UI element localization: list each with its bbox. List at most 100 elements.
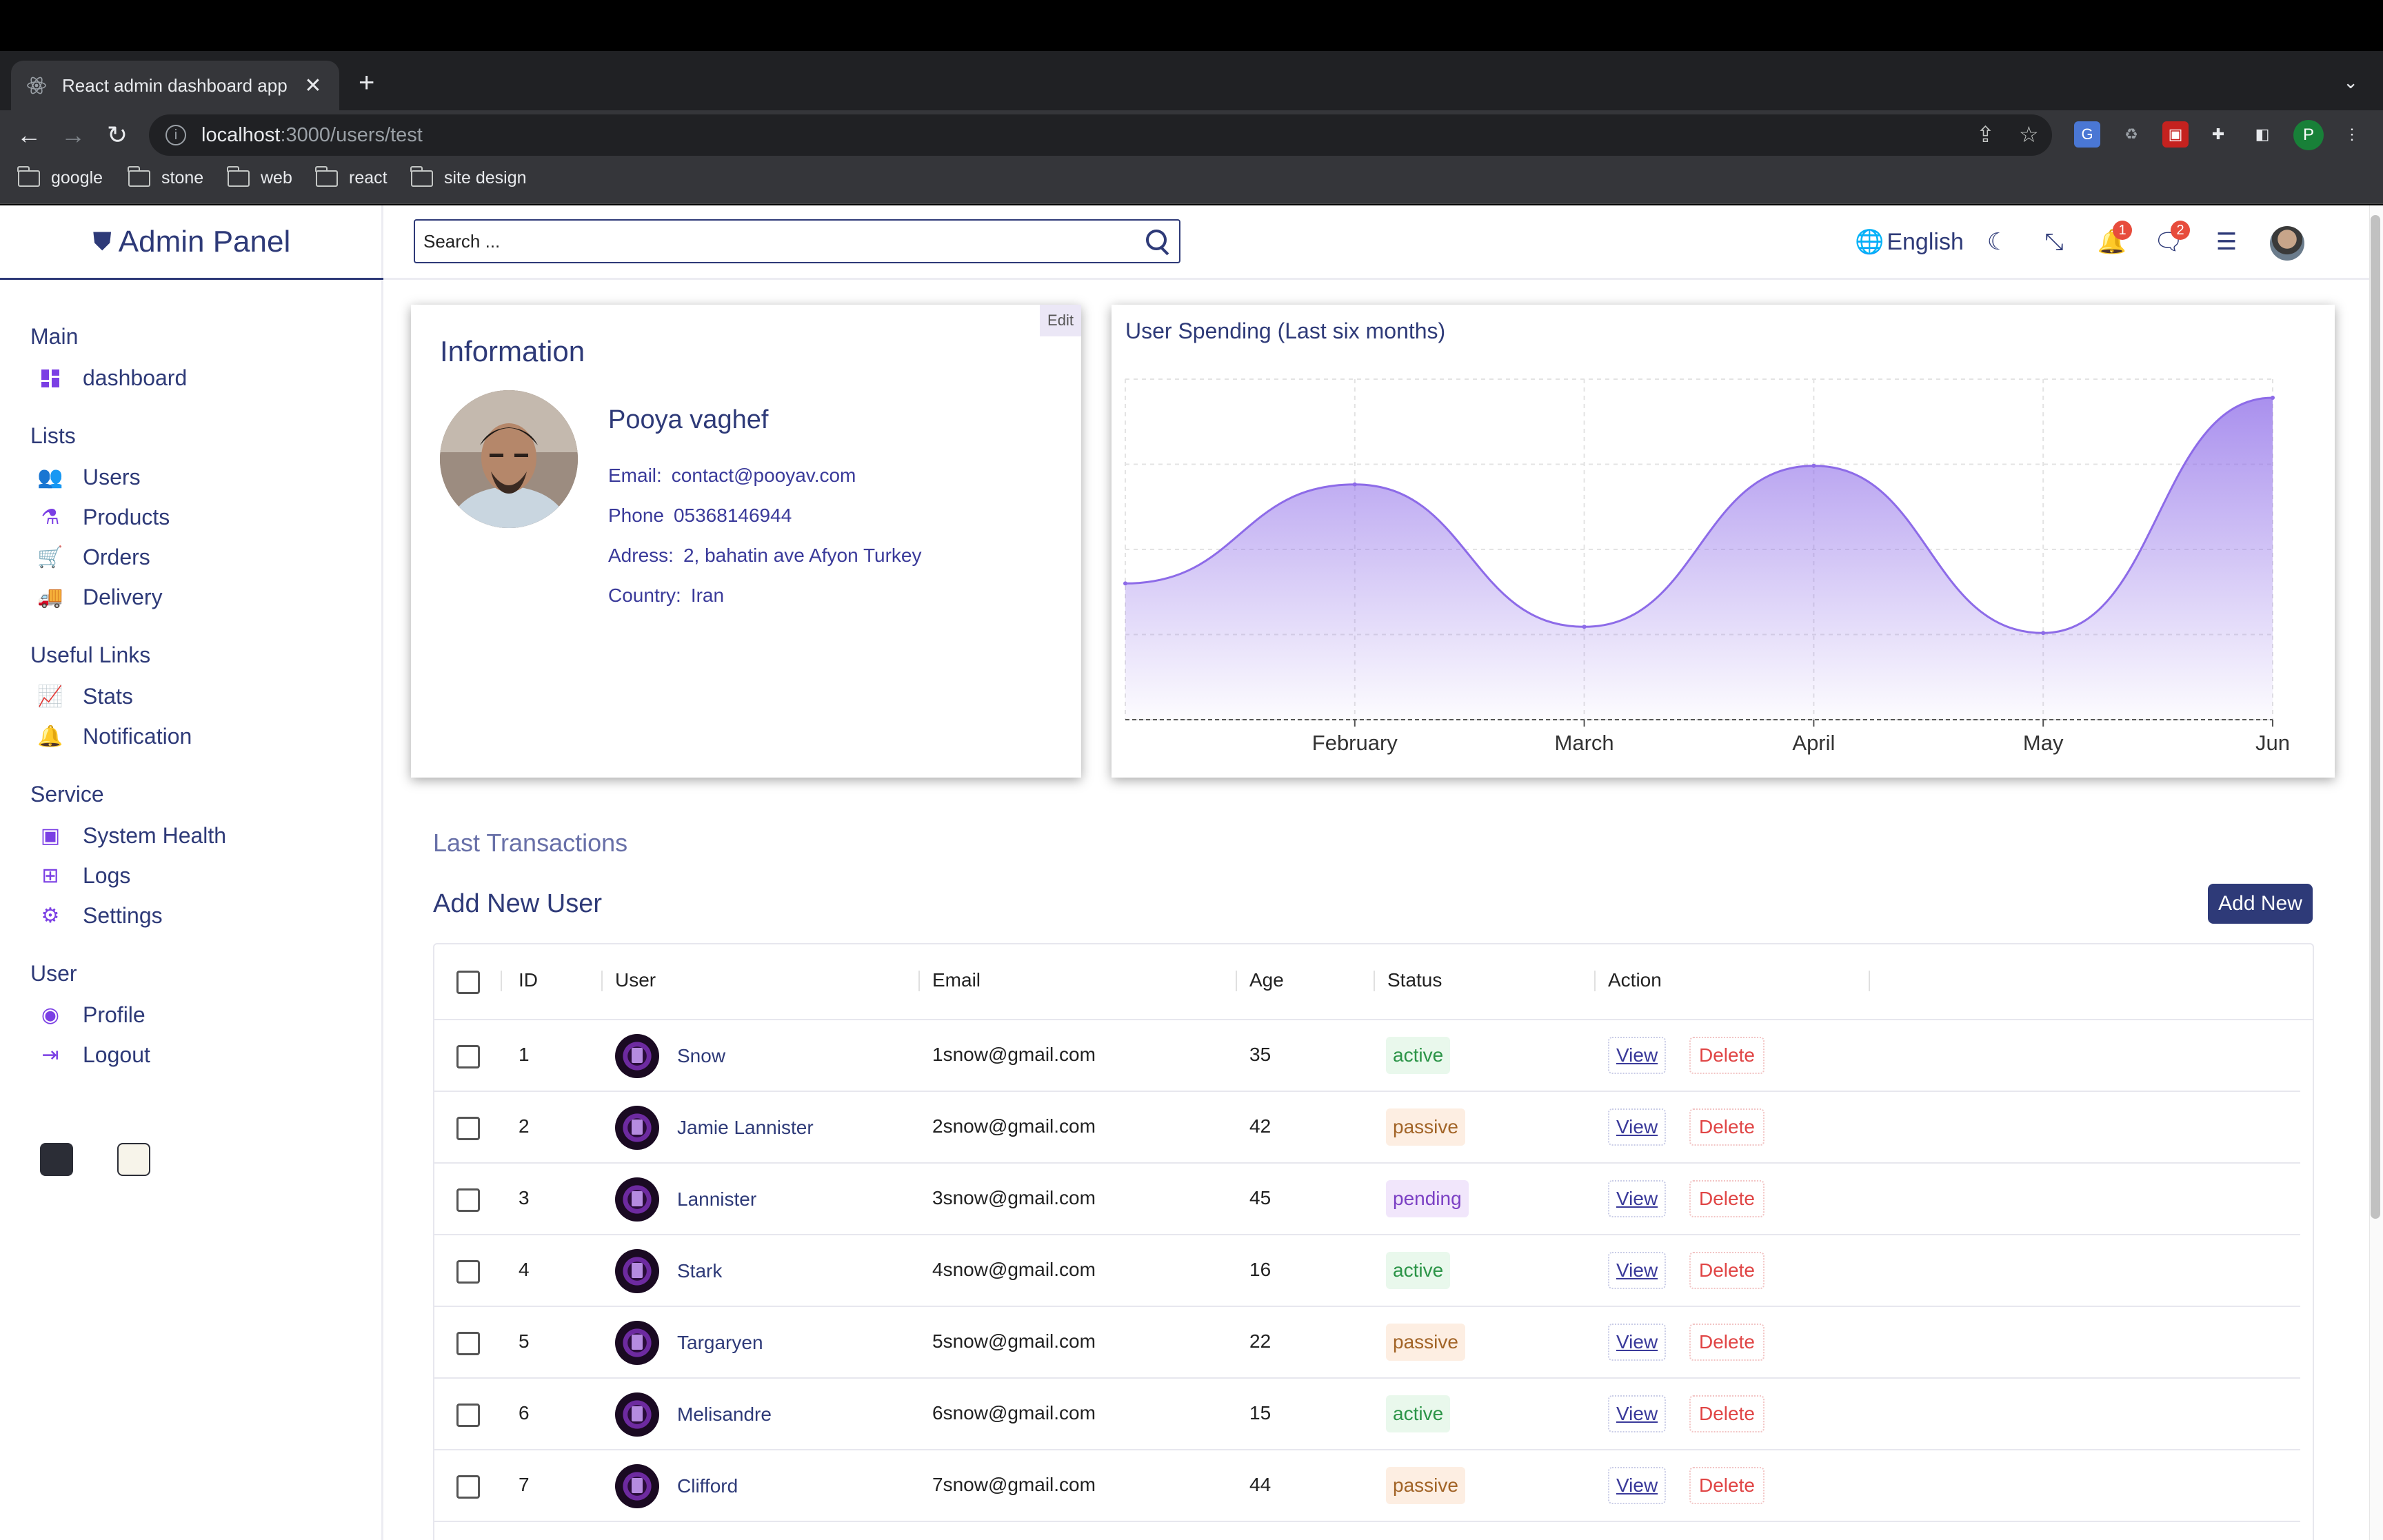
user-name: Stark [677,1260,723,1281]
bookmark-stone[interactable]: stone [128,165,203,188]
row-checkbox[interactable] [456,1188,480,1212]
browser-tab[interactable]: React admin dashboard app ✕ [11,61,339,110]
row-checkbox[interactable] [456,1117,480,1140]
view-button[interactable]: View [1608,1108,1667,1146]
user-avatar[interactable] [2270,226,2304,261]
search-icon[interactable] [1143,227,1172,256]
share-icon[interactable]: ⇪ [1976,121,1995,148]
column-header-user[interactable]: User [615,969,656,991]
row-checkbox[interactable] [456,1404,480,1427]
sidebar-item-label: Profile [83,1002,145,1027]
info-phone: Phone 05368146944 [608,505,792,527]
table-row[interactable]: 2 Jamie Lannister 2snow@gmail.com 42 passive… [434,1092,2300,1164]
delete-button[interactable]: Delete [1689,1395,1764,1432]
table-row[interactable]: 1 Snow 1snow@gmail.com 35 active View Delete [434,1020,2300,1092]
table-row[interactable]: 3 Lannister 3snow@gmail.com 45 pending View De… [434,1164,2300,1235]
cell-id: 7 [519,1474,530,1495]
scrollbar-thumb[interactable] [2371,215,2380,1219]
delete-button[interactable]: Delete [1689,1180,1764,1217]
column-separator [1869,971,1870,991]
sidebar-item-logout[interactable]: ⇥ Logout [37,1042,150,1068]
row-checkbox[interactable] [456,1332,480,1355]
data-point-may[interactable] [2041,631,2046,636]
table-row[interactable]: 7 Clifford 7snow@gmail.com 44 passive View Del… [434,1450,2300,1522]
browser-profile-avatar[interactable]: P [2293,120,2324,150]
sidebar-item-profile[interactable]: ◉ Profile [37,1002,145,1028]
browser-tab-strip [0,51,2383,110]
row-checkbox[interactable] [456,1045,480,1068]
view-button[interactable]: View [1608,1252,1667,1289]
list-menu-icon[interactable]: ☰ [2211,226,2242,258]
light-theme-swatch[interactable] [117,1143,150,1176]
browser-menu-icon[interactable]: ⋮ [2339,121,2365,148]
view-button[interactable]: View [1608,1180,1667,1217]
column-header-id[interactable]: ID [519,969,538,991]
delete-button[interactable]: Delete [1689,1324,1764,1361]
info-value: 2, bahatin ave Afyon Turkey [683,545,922,566]
sidebar-item-products[interactable]: ⚗ Products [37,505,170,530]
sidebar-item-logs[interactable]: ⊞ Logs [37,863,130,889]
cell-user: Jamie Lannister [615,1106,814,1150]
data-point-march[interactable] [1582,625,1587,629]
reload-icon[interactable]: ↻ [102,120,132,150]
red-extension-icon[interactable]: ▣ [2162,121,2189,148]
folder-icon [315,165,338,187]
site-info-icon[interactable]: i [165,125,186,145]
column-header-age[interactable]: Age [1249,969,1284,991]
address-bar[interactable]: i localhost:3000/users/test [149,114,2052,156]
sidebar-item-settings[interactable]: ⚙ Settings [37,903,163,929]
sidebar-item-delivery[interactable]: 🚚 Delivery [37,585,162,610]
add-new-button[interactable]: Add New [2208,884,2313,924]
delete-button[interactable]: Delete [1689,1037,1764,1074]
data-point-jun[interactable] [2271,395,2275,400]
column-header-email[interactable]: Email [932,969,981,991]
delete-button[interactable]: Delete [1689,1467,1764,1504]
logo[interactable]: ⛊ Admin Panel [0,205,383,280]
translate-extension-icon[interactable]: G [2074,121,2100,148]
sidebar-item-stats[interactable]: 📈 Stats [37,684,133,709]
close-tab-icon[interactable]: ✕ [301,74,325,98]
sidebar-item-dashboard[interactable]: dashboard [37,365,187,391]
bookmark-google[interactable]: google [17,165,103,188]
table-row[interactable]: 6 Melisandre 6snow@gmail.com 15 active View De… [434,1379,2300,1450]
bookmark-site-design[interactable]: site design [410,165,527,188]
sidebar-item-users[interactable]: 👥 Users [37,465,140,490]
view-button[interactable]: View [1608,1324,1667,1361]
delete-button[interactable]: Delete [1689,1252,1764,1289]
bookmark-star-icon[interactable]: ☆ [2019,121,2039,148]
folder-icon [128,165,150,187]
sidebar-item-orders[interactable]: 🛒 Orders [37,545,150,570]
bookmark-react[interactable]: react [315,165,388,188]
table-row[interactable]: 5 Targaryen 5snow@gmail.com 22 passive View De… [434,1307,2300,1379]
view-button[interactable]: View [1608,1395,1667,1432]
new-tab-icon[interactable]: + [359,68,374,99]
cell-email: 6snow@gmail.com [932,1402,1096,1424]
sidebar-item-system-health[interactable]: ▣ System Health [37,823,226,849]
side-panel-icon[interactable]: ◧ [2249,121,2275,148]
row-checkbox[interactable] [456,1475,480,1499]
data-point-april[interactable] [1811,463,1816,468]
data-point-january[interactable] [1123,581,1127,586]
row-checkbox[interactable] [456,1260,480,1284]
sidebar-item-notification[interactable]: 🔔 Notification [37,724,192,749]
forward-icon[interactable]: → [58,120,88,150]
delete-button[interactable]: Delete [1689,1108,1764,1146]
language-selector[interactable]: 🌐 English [1855,225,1964,259]
column-header-status[interactable]: Status [1387,969,1442,991]
table-row[interactable]: 4 Stark 4snow@gmail.com 16 active View Delete [434,1235,2300,1307]
recycle-extension-icon[interactable]: ♻ [2118,121,2144,148]
select-all-checkbox[interactable] [456,971,480,994]
search-input[interactable] [422,230,1143,253]
dark-theme-swatch[interactable] [40,1143,73,1176]
sidebar-item-label: Logout [83,1042,150,1067]
bookmark-web[interactable]: web [227,165,292,188]
view-button[interactable]: View [1608,1037,1667,1074]
view-button[interactable]: View [1608,1467,1667,1504]
data-point-february[interactable] [1352,482,1357,487]
puzzle-extensions-icon[interactable]: ✚ [2205,121,2231,148]
dark-mode-moon-icon[interactable]: ☾ [1982,226,2013,258]
tab-search-chevron-icon[interactable]: ⌄ [2343,72,2358,93]
edit-button[interactable]: Edit [1040,305,1081,336]
back-icon[interactable]: ← [14,120,44,150]
fullscreen-exit-icon[interactable]: ⤡ [2038,226,2070,258]
